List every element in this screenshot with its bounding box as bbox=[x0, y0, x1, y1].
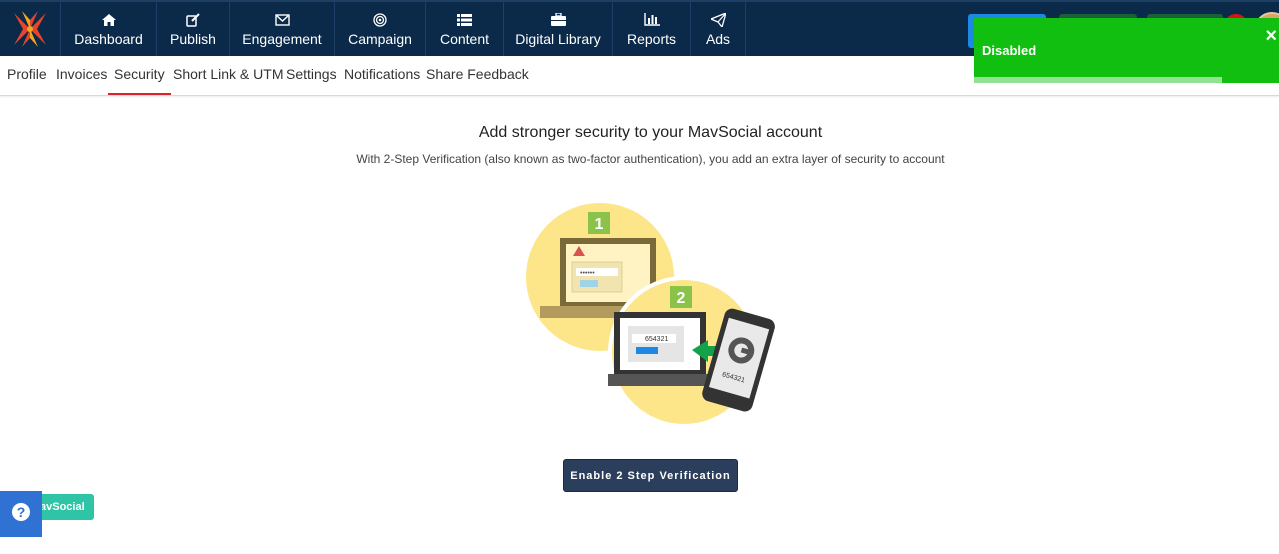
app-root: Dashboard Publish Engagement Campaign Co bbox=[0, 0, 1279, 554]
step-1-badge: 1 bbox=[595, 216, 604, 233]
tab-short-link-utm[interactable]: Short Link & UTM bbox=[173, 56, 283, 95]
nav-reports[interactable]: Reports bbox=[613, 2, 691, 56]
toast-notification: Disabled × bbox=[974, 18, 1279, 83]
bar-chart-icon bbox=[643, 12, 660, 28]
nav-ads[interactable]: Ads bbox=[691, 2, 746, 56]
nav-publish[interactable]: Publish bbox=[157, 2, 230, 56]
logo-icon bbox=[14, 11, 46, 47]
page-subtitle: With 2-Step Verification (also known as … bbox=[356, 152, 945, 166]
toast-message: Disabled bbox=[982, 43, 1037, 58]
page-title: Add stronger security to your MavSocial … bbox=[478, 124, 823, 141]
briefcase-icon bbox=[550, 12, 566, 28]
enable-2-step-verification-button[interactable]: Enable 2 Step Verification bbox=[563, 459, 738, 492]
question-circle-icon: ? bbox=[11, 502, 31, 527]
tab-security[interactable]: Security bbox=[108, 56, 171, 95]
nav-digital-library[interactable]: Digital Library bbox=[504, 2, 613, 56]
svg-text:?: ? bbox=[17, 504, 26, 520]
nav-dashboard[interactable]: Dashboard bbox=[61, 2, 157, 56]
tab-settings[interactable]: Settings bbox=[286, 56, 337, 95]
tab-share-feedback[interactable]: Share Feedback bbox=[426, 56, 529, 95]
two-step-verification-illustration: •••••• 1 654321 654321 2 bbox=[526, 203, 775, 428]
nav-label: Content bbox=[439, 30, 490, 47]
brand-chip[interactable]: avSocial bbox=[36, 494, 94, 520]
nav-engagement[interactable]: Engagement bbox=[230, 2, 335, 56]
paper-plane-icon bbox=[710, 12, 726, 28]
tab-invoices[interactable]: Invoices bbox=[56, 56, 107, 95]
edit-icon bbox=[186, 12, 200, 28]
tab-notifications[interactable]: Notifications bbox=[344, 56, 420, 95]
close-icon[interactable]: × bbox=[1265, 26, 1277, 46]
mavsocial-logo[interactable] bbox=[0, 2, 61, 56]
envelope-icon bbox=[274, 12, 290, 28]
nav-campaign[interactable]: Campaign bbox=[335, 2, 426, 56]
nav-label: Engagement bbox=[242, 30, 322, 47]
verification-code: 654321 bbox=[645, 336, 668, 343]
target-icon bbox=[373, 12, 387, 28]
help-button[interactable]: ? bbox=[0, 491, 42, 537]
toast-progress-bar bbox=[974, 77, 1222, 83]
step-2-badge: 2 bbox=[677, 290, 686, 307]
nav-content[interactable]: Content bbox=[426, 2, 504, 56]
home-icon bbox=[101, 12, 116, 28]
nav-label: Reports bbox=[626, 30, 677, 47]
nav-label: Ads bbox=[705, 30, 731, 47]
tab-profile[interactable]: Profile bbox=[7, 56, 47, 95]
nav-label: Campaign bbox=[348, 30, 412, 47]
nav-label: Dashboard bbox=[74, 30, 143, 47]
password-mask: •••••• bbox=[580, 270, 595, 277]
list-icon bbox=[457, 12, 472, 28]
nav-label: Publish bbox=[170, 30, 216, 47]
nav-label: Digital Library bbox=[515, 30, 601, 47]
